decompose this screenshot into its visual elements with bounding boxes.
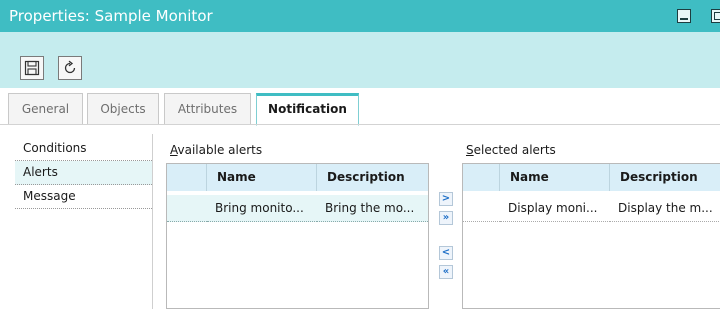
minimize-icon[interactable] <box>677 9 691 23</box>
title-bar: Properties: Sample Monitor <box>0 0 720 32</box>
tab-general[interactable]: General <box>8 93 83 124</box>
available-alerts-grid: Name Description Bring monito... Bring t… <box>166 163 429 309</box>
alert-name-cell[interactable]: Bring monito... <box>207 195 317 222</box>
alert-name-cell[interactable]: Display moni... <box>500 195 610 222</box>
toolbar <box>0 32 720 88</box>
row-selector[interactable] <box>463 195 500 222</box>
save-button[interactable] <box>20 56 44 80</box>
refresh-icon <box>64 60 76 74</box>
remove-all-alerts-button[interactable]: « <box>439 265 453 279</box>
column-header-name[interactable]: Name <box>207 164 317 191</box>
sidebar-divider <box>152 134 153 309</box>
column-header-name[interactable]: Name <box>500 164 610 191</box>
sidebar-item-conditions[interactable]: Conditions <box>15 137 152 161</box>
row-selector-header <box>167 164 207 191</box>
add-all-alerts-button[interactable]: » <box>439 211 453 225</box>
restore-icon[interactable] <box>711 9 720 23</box>
row-selector-header <box>463 164 500 191</box>
remove-alert-button[interactable]: < <box>439 246 453 260</box>
available-alerts-label: Available alerts <box>170 143 263 157</box>
refresh-button[interactable] <box>58 56 82 80</box>
column-header-description[interactable]: Description <box>317 164 428 191</box>
add-alert-button[interactable]: > <box>439 192 453 206</box>
window-title: Properties: Sample Monitor <box>9 7 213 25</box>
sidebar-item-message[interactable]: Message <box>15 185 152 209</box>
selected-alerts-label: Selected alerts <box>466 143 556 157</box>
alert-description-cell[interactable]: Display the m... <box>610 195 720 222</box>
alert-description-cell[interactable]: Bring the mo... <box>317 195 428 222</box>
selected-alerts-grid: Name Description Display moni... Display… <box>462 163 720 309</box>
tab-strip: General Objects Attributes Notification <box>0 93 720 126</box>
tab-divider <box>0 124 720 125</box>
tab-notification[interactable]: Notification <box>256 93 359 126</box>
notification-sidebar: Conditions Alerts Message <box>15 137 152 209</box>
sidebar-item-alerts[interactable]: Alerts <box>15 161 152 185</box>
tab-attributes[interactable]: Attributes <box>164 93 251 124</box>
save-icon <box>24 60 40 76</box>
tab-objects[interactable]: Objects <box>87 93 159 124</box>
column-header-description[interactable]: Description <box>610 164 720 191</box>
row-selector[interactable] <box>167 195 207 222</box>
